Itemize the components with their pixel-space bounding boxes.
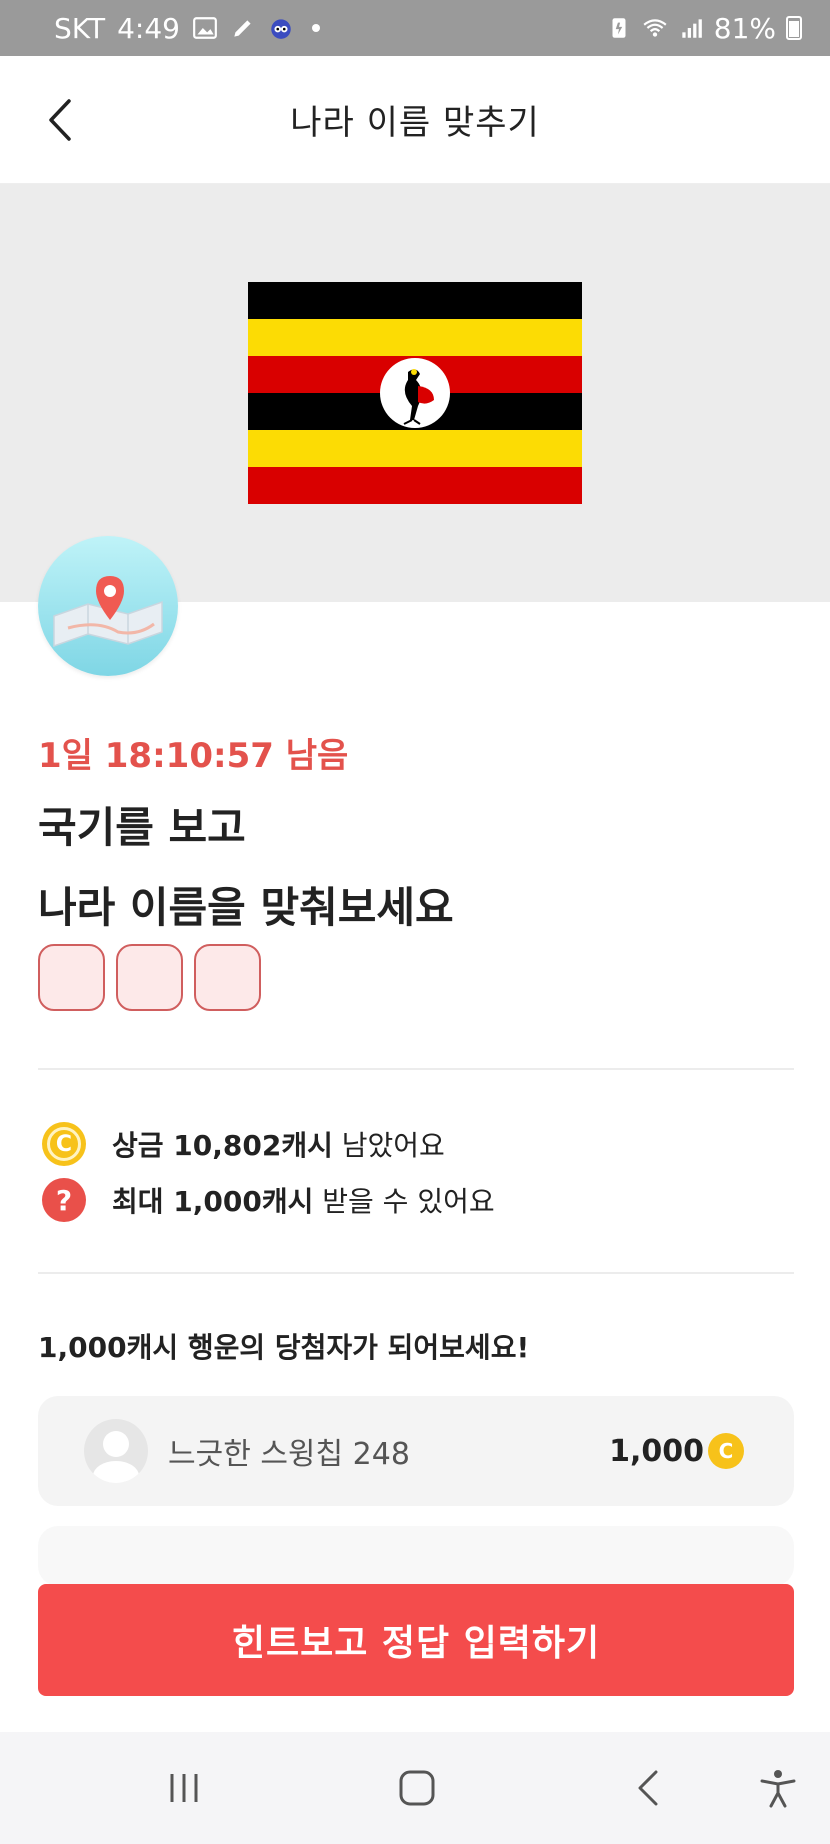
question-icon: ? [42,1178,86,1222]
system-nav-bar [0,1732,830,1844]
signal-icon [682,19,702,38]
notification-dot-icon [311,24,320,32]
map-pin-icon [53,576,163,648]
accessibility-icon [760,1770,796,1808]
time-remaining: 1일 18:10:57 남음 [38,736,349,776]
prize-remaining-amount: 상금 10,802캐시 [112,1129,333,1162]
user-avatar-icon [84,1419,148,1483]
battery-percent: 81% [713,11,776,45]
answer-box[interactable] [116,944,183,1011]
winner-name: 느긋한 스윙칩 248 [168,1437,410,1472]
coin-icon: C [42,1122,86,1166]
max-reward-row: ? 최대 1,000캐시 받을 수 있어요 [42,1178,495,1222]
winner-list-item-partial [38,1526,794,1586]
system-back-icon [638,1770,658,1806]
clock: 4:49 [117,11,180,45]
divider [38,1272,794,1274]
battery-icon [786,16,802,40]
page-title: 나라 이름 맞추기 [290,103,540,143]
divider [38,1068,794,1070]
battery-saver-icon [612,18,626,38]
winners-title: 1,000캐시 행운의 당첨자가 되어보세요! [38,1331,530,1364]
prize-remaining-suffix: 남았어요 [332,1129,445,1162]
coin-icon: C [708,1433,744,1469]
quiz-category-avatar [38,536,178,676]
carrier-label: SKT [54,11,106,45]
max-reward-text: 최대 1,000캐시 받을 수 있어요 [112,1180,495,1220]
accessibility-button[interactable] [748,1758,808,1818]
winner-list-item: 느긋한 스윙칩 248 1,000 C [38,1396,794,1506]
answer-box[interactable] [38,944,105,1011]
prize-remaining-row: C 상금 10,802캐시 남았어요 [42,1122,445,1166]
max-reward-suffix: 받을 수 있어요 [313,1185,495,1218]
recent-apps-icon [170,1774,198,1802]
gallery-icon [193,17,217,39]
hint-answer-button[interactable]: 힌트보고 정답 입력하기 [38,1584,794,1696]
status-right: 81% [606,12,802,45]
system-back-button[interactable] [620,1758,680,1818]
home-button[interactable] [387,1758,447,1818]
wifi-icon [643,19,667,37]
status-left: SKT 4:49 [54,12,320,45]
answer-boxes [38,944,261,1011]
status-bar: SKT 4:49 81% [0,0,830,56]
prize-remaining-text: 상금 10,802캐시 남았어요 [112,1124,445,1164]
winner-prize-amount: 1,000 [609,1433,704,1469]
app-character-icon [271,19,291,39]
back-button[interactable] [36,96,84,144]
app-header: 나라 이름 맞추기 [0,56,830,184]
pen-icon [234,20,251,37]
recent-apps-button[interactable] [154,1758,214,1818]
winner-prize: 1,000 C [609,1433,744,1469]
uganda-flag-image [248,282,582,504]
home-icon [399,1770,435,1806]
quiz-title-line-1: 국기를 보고 [38,803,246,852]
answer-box[interactable] [194,944,261,1011]
chevron-left-icon [49,99,71,141]
quiz-title-line-2: 나라 이름을 맞춰보세요 [38,883,454,932]
max-reward-amount: 최대 1,000캐시 [112,1185,314,1218]
